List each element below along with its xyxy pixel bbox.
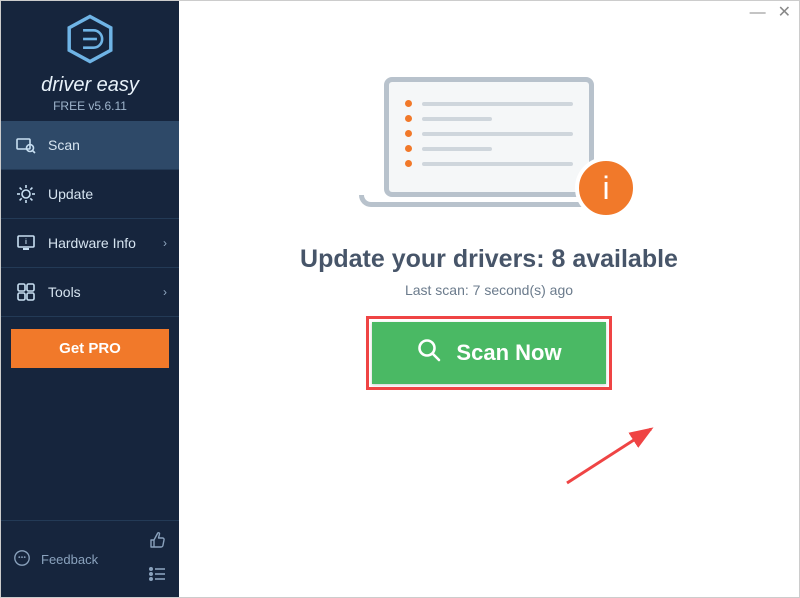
sidebar-item-label: Tools [48,284,81,300]
brand-logo-icon [64,13,116,65]
laptop-illustration: i [349,77,629,217]
tools-icon [16,282,36,302]
sidebar-item-scan[interactable]: Scan [1,121,179,170]
sidebar-item-label: Scan [48,137,80,153]
monitor-icon: i [16,233,36,253]
brand-name: driver easy [1,74,179,97]
annotation-arrow-icon [559,421,669,491]
version-label: FREE v5.6.11 [1,99,179,113]
close-button[interactable]: ✕ [778,5,791,21]
info-badge-icon: i [575,157,637,219]
headline: Update your drivers: 8 available [300,245,678,274]
sidebar: driver easy FREE v5.6.11 Scan Update i H… [1,1,179,597]
main-content: i Update your drivers: 8 available Last … [179,1,799,597]
feedback-label[interactable]: Feedback [41,552,98,567]
svg-text:i: i [25,239,27,246]
get-pro-button[interactable]: Get PRO [11,329,169,368]
logo-block: driver easy FREE v5.6.11 [1,1,179,121]
minimize-button[interactable]: — [750,5,766,21]
get-pro-label: Get PRO [59,340,121,357]
sidebar-item-update[interactable]: Update [1,170,179,219]
chevron-right-icon: › [163,285,167,299]
list-icon[interactable] [147,564,167,587]
sidebar-item-label: Hardware Info [48,235,136,251]
gear-icon [16,184,36,204]
feedback-icon[interactable] [13,549,31,570]
thumbs-up-icon[interactable] [147,531,167,554]
last-scan-label: Last scan: 7 second(s) ago [405,282,573,298]
headline-count: 8 available [551,245,677,273]
highlight-box [366,316,611,390]
magnifier-icon [16,135,36,155]
sidebar-item-tools[interactable]: Tools › [1,268,179,317]
sidebar-item-label: Update [48,186,93,202]
bottom-bar: Feedback [1,520,179,597]
chevron-right-icon: › [163,236,167,250]
headline-prefix: Update your drivers: [300,245,551,273]
sidebar-item-hardware-info[interactable]: i Hardware Info › [1,219,179,268]
